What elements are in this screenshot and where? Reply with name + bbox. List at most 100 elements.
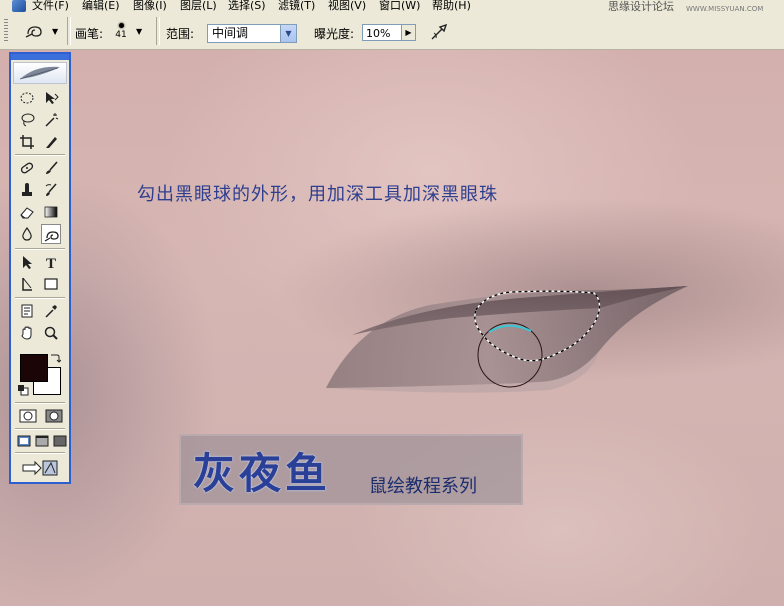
range-label: 范围:	[166, 27, 195, 41]
paintbrush-icon	[46, 161, 58, 174]
brush-tip-icon	[118, 23, 124, 28]
feather-icon	[19, 66, 60, 80]
screen-mode-standard-icon	[17, 435, 31, 447]
toolbox-divider	[15, 297, 65, 299]
brand-title: 灰夜鱼	[193, 449, 332, 498]
menu-file[interactable]: 文件(F)	[32, 0, 69, 12]
watermark-url: WWW.MISSYUAN.COM	[686, 5, 764, 13]
screen-mode-full-icon	[53, 435, 67, 447]
imageready-jump-icon	[22, 460, 58, 476]
options-bar-grip[interactable]	[4, 19, 8, 43]
adobe-feather-logo[interactable]	[13, 62, 67, 84]
menu-view[interactable]: 视图(V)	[328, 0, 366, 12]
shape-tool[interactable]	[41, 274, 61, 294]
path-select-arrow-icon	[23, 256, 32, 269]
menu-image[interactable]: 图像(I)	[133, 0, 167, 12]
menu-bar: 文件(F) 编辑(E) 图像(I) 图层(L) 选择(S) 滤镜(T) 视图(V…	[0, 0, 784, 13]
gradient-icon	[44, 206, 58, 218]
toolbox-divider	[15, 402, 65, 404]
tutorial-instruction: 勾出黑眼球的外形，用加深工具加深黑眼珠	[137, 184, 498, 205]
toolbox-divider	[15, 154, 65, 156]
gradient-tool[interactable]	[41, 202, 61, 222]
jump-to-imageready-button[interactable]	[19, 457, 63, 479]
blur-tool[interactable]	[17, 224, 37, 244]
brush-label: 画笔:	[75, 27, 104, 41]
photoshop-app-icon[interactable]	[12, 0, 26, 12]
toolbox-title-bar[interactable]	[11, 54, 69, 60]
range-select[interactable]: 中间调 ▼	[207, 24, 297, 43]
standard-screen-mode-button[interactable]	[15, 432, 31, 452]
move-arrow-icon	[46, 92, 59, 104]
notes-tool[interactable]	[17, 301, 37, 321]
swap-colors-icon[interactable]	[49, 352, 61, 364]
menu-edit[interactable]: 编辑(E)	[82, 0, 120, 12]
magnifier-icon	[44, 326, 58, 340]
menu-help[interactable]: 帮助(H)	[432, 0, 471, 12]
quick-mask-icon	[45, 409, 63, 423]
burn-tool-icon	[44, 231, 59, 242]
brush-dropdown-icon[interactable]: ▼	[136, 27, 142, 36]
menu-select[interactable]: 选择(S)	[228, 0, 266, 12]
burn-tool-icon	[25, 26, 42, 38]
path-selection-tool[interactable]	[17, 252, 37, 272]
bandage-icon	[20, 162, 34, 174]
default-colors-icon[interactable]	[17, 384, 29, 396]
eyedropper-icon	[45, 305, 57, 318]
crop-tool[interactable]	[17, 132, 37, 152]
magic-wand-icon	[45, 113, 59, 127]
exposure-input[interactable]: 10%	[362, 24, 404, 41]
type-tool[interactable]: T	[41, 252, 61, 272]
tool-preset-dropdown-icon[interactable]: ▼	[52, 27, 58, 36]
rectangle-shape-icon	[44, 278, 58, 290]
burn-tool[interactable]	[41, 224, 61, 244]
chevron-down-icon[interactable]: ▼	[280, 25, 296, 42]
airbrush-toggle[interactable]	[428, 21, 452, 43]
brush-preset-picker[interactable]: 41	[110, 17, 132, 45]
water-drop-icon	[22, 226, 32, 241]
brand-subtitle: 鼠绘教程系列	[369, 476, 477, 497]
clone-stamp-tool[interactable]	[17, 180, 37, 200]
screen-mode-menu-icon	[35, 435, 49, 447]
brand-banner: 灰夜鱼 鼠绘教程系列	[179, 434, 523, 505]
tool-preset-picker[interactable]	[24, 21, 46, 41]
fullscreen-menu-mode-button[interactable]	[33, 432, 49, 452]
marquee-tool[interactable]	[17, 88, 37, 108]
history-brush-tool[interactable]	[41, 180, 61, 200]
svg-text:T: T	[46, 256, 56, 270]
lasso-tool[interactable]	[17, 110, 37, 130]
options-bar: ▼ 画笔: 41 ▼ 范围: 中间调 ▼ 曝光度: 10% ▶	[0, 13, 784, 50]
eyedropper-tool[interactable]	[41, 301, 61, 321]
menu-window[interactable]: 窗口(W)	[379, 0, 420, 12]
lasso-icon	[21, 113, 35, 127]
magic-wand-tool[interactable]	[41, 110, 61, 130]
zoom-tool[interactable]	[41, 323, 61, 343]
healing-brush-tool[interactable]	[17, 158, 37, 178]
hand-icon	[21, 326, 32, 340]
pen-tool[interactable]	[17, 274, 37, 294]
standard-mode-icon	[19, 409, 37, 423]
document-canvas[interactable]: 勾出黑眼球的外形，用加深工具加深黑眼珠 灰夜鱼 鼠绘教程系列	[0, 50, 784, 606]
toolbox-divider	[15, 428, 65, 430]
brush-size-value: 41	[115, 30, 127, 40]
foreground-color-swatch[interactable]	[20, 354, 48, 382]
slice-tool[interactable]	[41, 132, 61, 152]
fullscreen-mode-button[interactable]	[51, 432, 67, 452]
move-tool[interactable]	[41, 88, 61, 108]
hand-tool[interactable]	[17, 323, 37, 343]
elliptical-marquee-icon	[20, 92, 34, 104]
exposure-slider-button[interactable]: ▶	[401, 24, 416, 41]
standard-mode-button[interactable]	[17, 406, 39, 426]
eye-artwork	[326, 286, 688, 393]
options-separator	[67, 17, 71, 45]
menu-filter[interactable]: 滤镜(T)	[278, 0, 315, 12]
airbrush-icon	[431, 23, 448, 40]
range-select-value: 中间调	[212, 26, 249, 40]
stamp-icon	[22, 183, 32, 196]
watermark-text: 思缘设计论坛	[608, 0, 674, 13]
brush-tool[interactable]	[41, 158, 61, 178]
eraser-tool[interactable]	[17, 202, 37, 222]
menu-layer[interactable]: 图层(L)	[180, 0, 217, 12]
slice-knife-icon	[46, 137, 57, 148]
note-icon	[21, 304, 33, 318]
quick-mask-button[interactable]	[43, 406, 65, 426]
